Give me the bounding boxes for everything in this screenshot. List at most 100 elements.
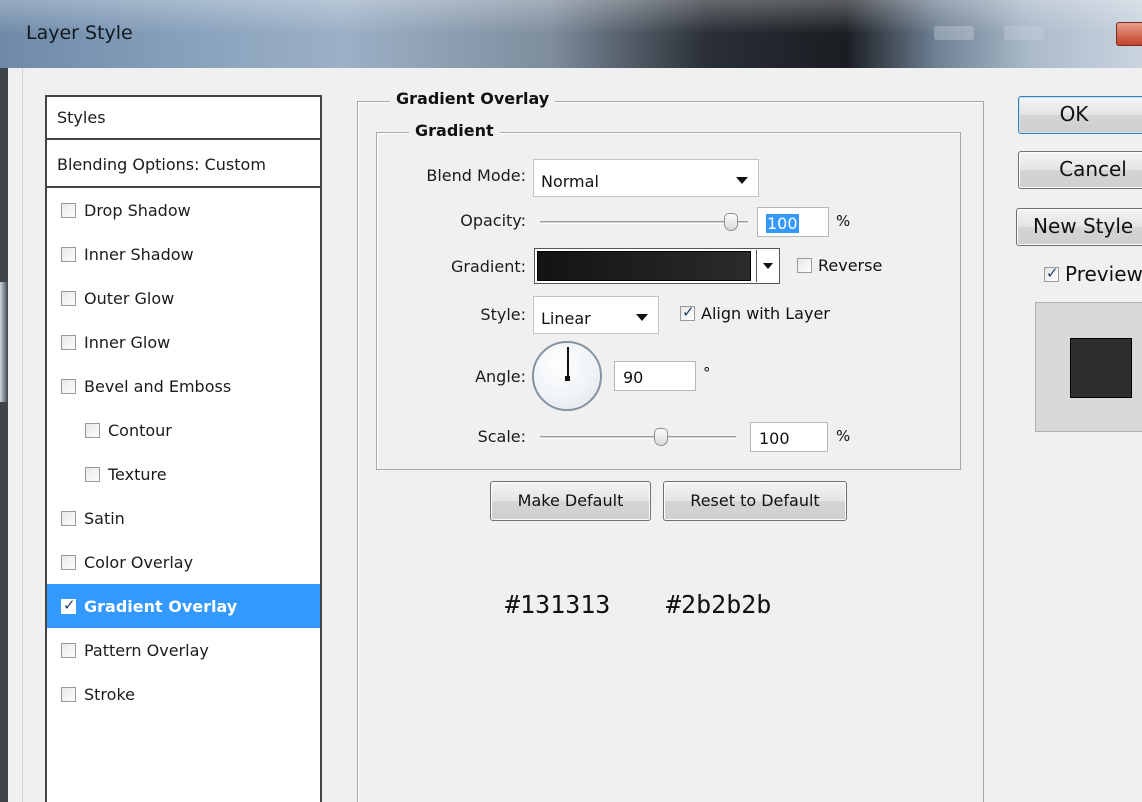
style-item[interactable]: Outer Glow: [47, 276, 320, 320]
ok-button[interactable]: OK: [1018, 96, 1142, 134]
style-item-label: Inner Glow: [84, 332, 171, 352]
style-item-label: Drop Shadow: [84, 200, 191, 220]
opacity-label: Opacity:: [460, 211, 526, 230]
style-item[interactable]: Texture: [47, 452, 320, 496]
align-check-icon[interactable]: [680, 303, 695, 321]
minimize-icon[interactable]: [934, 26, 974, 40]
style-item[interactable]: Satin: [47, 496, 320, 540]
style-label: Style:: [480, 305, 526, 324]
window-controls: [912, 22, 1142, 46]
hex-start-label: #131313: [505, 590, 611, 619]
blend-mode-select[interactable]: Normal: [533, 159, 759, 197]
hex-end-label: #2b2b2b: [666, 590, 772, 619]
blending-options-label: Blending Options: Custom: [57, 154, 266, 174]
styles-list: Styles Blending Options: Custom Drop Sha…: [45, 95, 322, 802]
style-item-label: Color Overlay: [84, 552, 194, 572]
title-bar[interactable]: Layer Style: [0, 0, 1142, 68]
scale-unit: %: [836, 427, 851, 445]
style-checkbox-icon[interactable]: [61, 334, 76, 350]
style-item[interactable]: Inner Shadow: [47, 232, 320, 276]
style-item-label: Inner Shadow: [84, 244, 194, 264]
opacity-unit: %: [836, 212, 851, 230]
style-checkbox-icon[interactable]: [61, 596, 76, 614]
make-default-button[interactable]: Make Default: [490, 481, 651, 521]
preview-label: Preview: [1065, 262, 1142, 286]
gradient-picker[interactable]: [534, 248, 780, 284]
window-title: Layer Style: [26, 22, 133, 44]
opacity-value: 100: [766, 214, 799, 233]
angle-center: [565, 376, 570, 381]
angle-unit: °: [703, 364, 711, 382]
preview-thumbnail: [1035, 302, 1142, 432]
close-icon[interactable]: [1116, 22, 1142, 46]
style-checkbox-icon[interactable]: [61, 554, 76, 570]
style-checkbox-icon[interactable]: [85, 422, 100, 438]
align-with-layer-checkbox[interactable]: Align with Layer: [680, 303, 830, 323]
cancel-button[interactable]: Cancel: [1018, 151, 1142, 189]
chevron-down-icon: [736, 177, 748, 184]
blending-options[interactable]: Blending Options: Custom: [47, 142, 320, 188]
style-checkbox-icon[interactable]: [61, 202, 76, 218]
styles-header[interactable]: Styles: [47, 97, 320, 140]
style-value: Linear: [541, 309, 591, 328]
section-title: Gradient Overlay: [390, 89, 556, 108]
scale-label: Scale:: [477, 427, 526, 446]
style-item-label: Pattern Overlay: [84, 640, 209, 660]
scale-input[interactable]: 100: [750, 422, 828, 452]
reverse-label: Reverse: [818, 256, 883, 275]
style-checkbox-icon[interactable]: [85, 466, 100, 482]
style-checkbox-icon[interactable]: [61, 642, 76, 658]
group-title: Gradient: [409, 121, 500, 140]
opacity-input[interactable]: 100: [757, 207, 829, 237]
scale-value: 100: [759, 429, 790, 448]
new-style-label: New Style: [1033, 214, 1134, 238]
style-item[interactable]: Drop Shadow: [47, 188, 320, 232]
new-style-button[interactable]: New Style: [1016, 208, 1142, 246]
gradient-preview[interactable]: [537, 251, 751, 281]
opacity-slider-handle[interactable]: [724, 213, 738, 231]
style-item[interactable]: Inner Glow: [47, 320, 320, 364]
angle-dial[interactable]: [532, 341, 602, 411]
reverse-check-icon[interactable]: [797, 258, 812, 273]
style-item-label: Stroke: [84, 684, 135, 704]
angle-label: Angle:: [475, 367, 526, 386]
style-item[interactable]: Contour: [47, 408, 320, 452]
blend-mode-label: Blend Mode:: [426, 166, 526, 185]
cancel-label: Cancel: [1059, 157, 1127, 181]
gradient-dropdown-icon[interactable]: [756, 250, 778, 282]
chevron-down-icon: [636, 314, 648, 321]
reset-to-default-button[interactable]: Reset to Default: [663, 481, 847, 521]
angle-value: 90: [623, 368, 644, 387]
scale-slider-handle[interactable]: [654, 428, 668, 446]
style-checkbox-icon[interactable]: [61, 246, 76, 262]
styles-header-label: Styles: [57, 108, 106, 127]
preview-swatch: [1070, 338, 1132, 398]
style-item[interactable]: Bevel and Emboss: [47, 364, 320, 408]
style-checkbox-icon[interactable]: [61, 290, 76, 306]
window-edge: [0, 282, 8, 402]
blend-mode-value: Normal: [541, 172, 599, 191]
style-item[interactable]: Pattern Overlay: [47, 628, 320, 672]
scale-slider[interactable]: [540, 436, 736, 439]
style-item-label: Gradient Overlay: [84, 596, 238, 616]
style-item-label: Texture: [108, 464, 167, 484]
style-item-label: Outer Glow: [84, 288, 175, 308]
style-item-label: Contour: [108, 420, 172, 440]
opacity-slider[interactable]: [540, 221, 748, 224]
maximize-icon[interactable]: [1004, 26, 1044, 40]
preview-check-icon[interactable]: [1044, 264, 1059, 282]
preview-checkbox[interactable]: Preview: [1044, 262, 1142, 286]
reverse-checkbox[interactable]: Reverse: [797, 256, 882, 275]
style-item[interactable]: Gradient Overlay: [47, 584, 320, 628]
style-checkbox-icon[interactable]: [61, 510, 76, 526]
style-item[interactable]: Stroke: [47, 672, 320, 716]
align-with-layer-label: Align with Layer: [701, 304, 830, 323]
angle-needle: [567, 347, 569, 378]
style-item[interactable]: Color Overlay: [47, 540, 320, 584]
style-item-label: Bevel and Emboss: [84, 376, 232, 396]
angle-input[interactable]: 90: [614, 361, 696, 391]
ok-label: OK: [1059, 102, 1089, 126]
style-select[interactable]: Linear: [533, 296, 659, 334]
style-checkbox-icon[interactable]: [61, 378, 76, 394]
style-checkbox-icon[interactable]: [61, 686, 76, 702]
